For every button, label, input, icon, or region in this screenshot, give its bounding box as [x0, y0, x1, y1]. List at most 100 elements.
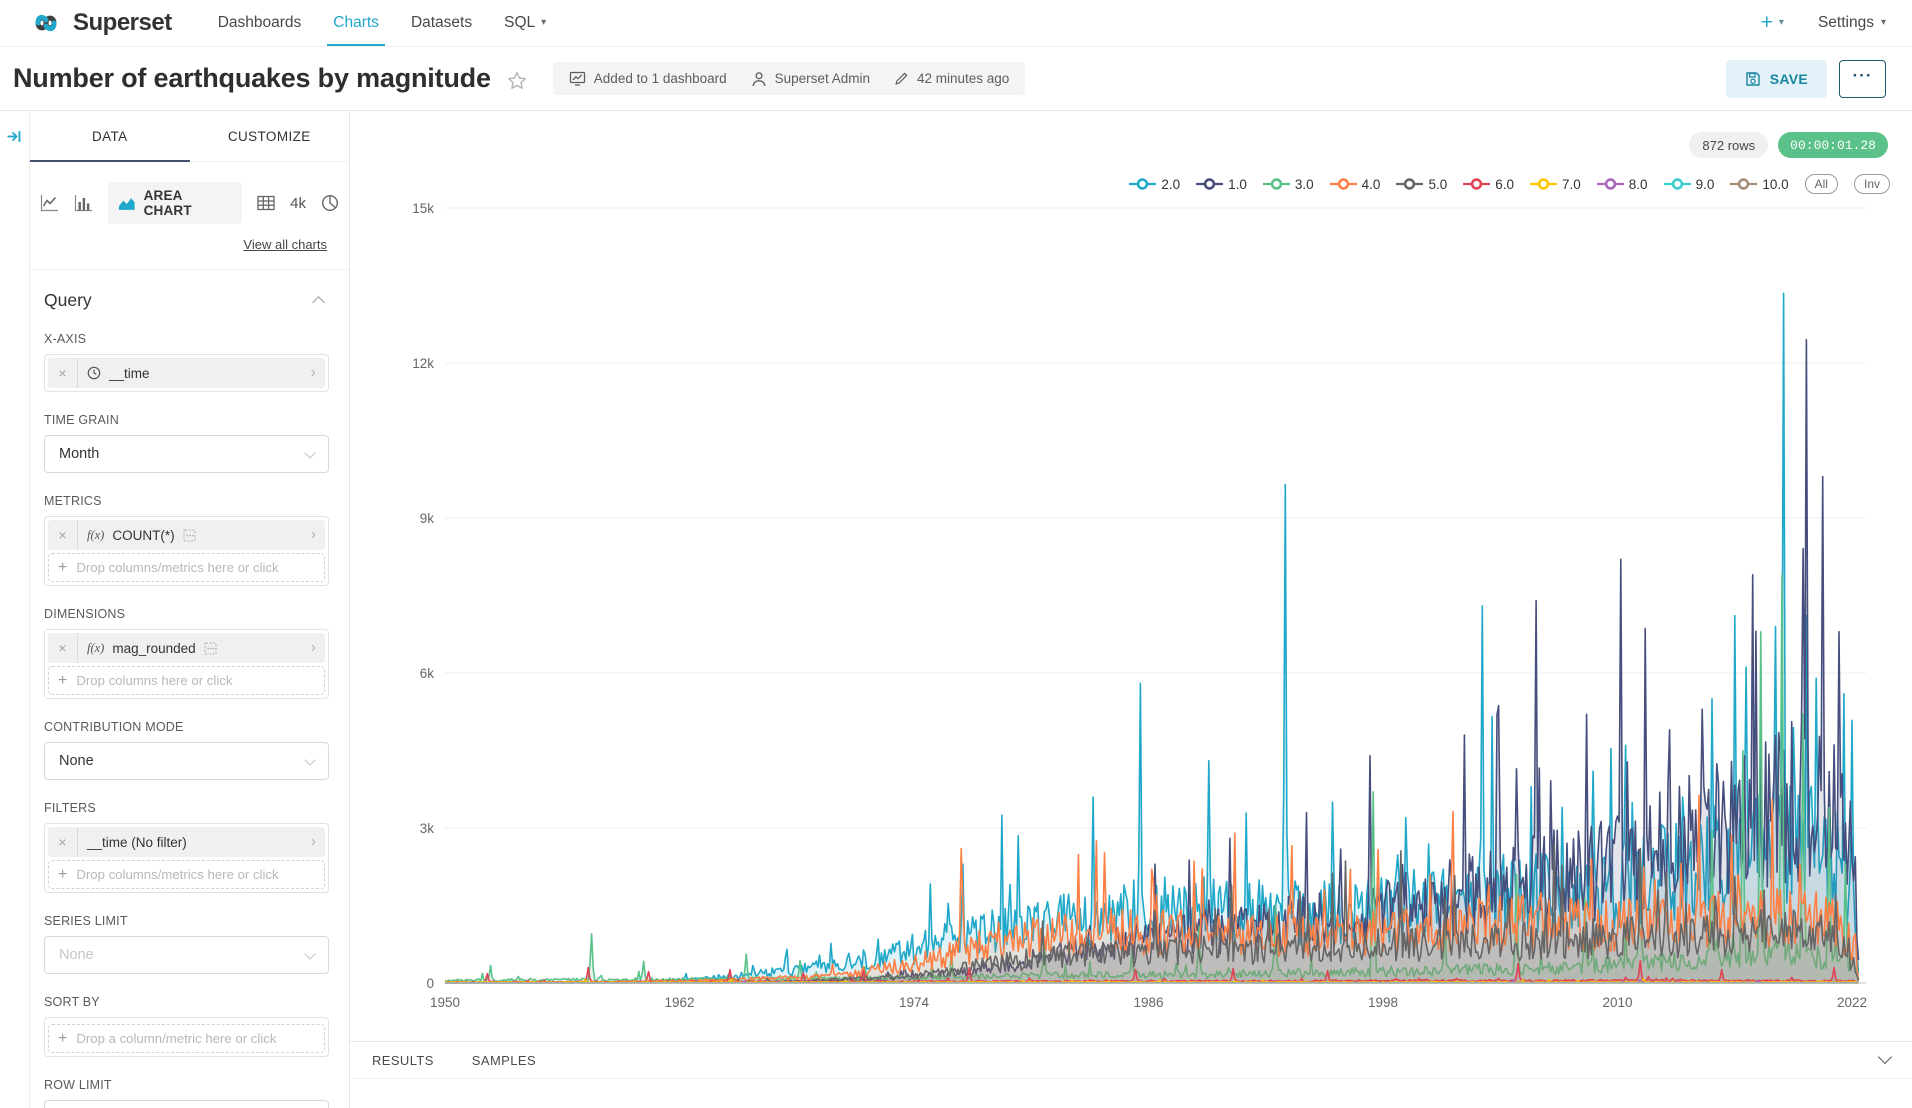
query-form: Query X-AXIS×__time›TIME GRAINMonthMETRI… [30, 270, 349, 1108]
results-tabs: RESULTS SAMPLES [350, 1042, 1912, 1079]
legend-item-1-0[interactable]: 1.0 [1196, 177, 1247, 192]
contribution-mode-select[interactable]: None [44, 742, 329, 780]
legend-action-inv[interactable]: Inv [1854, 174, 1890, 194]
svg-text:6k: 6k [420, 666, 435, 681]
query-status: 872 rows 00:00:01.28 [1689, 132, 1888, 158]
row-count-badge: 872 rows [1689, 132, 1768, 158]
row-limit-select[interactable]: 10000 [44, 1100, 329, 1108]
save-button-label: SAVE [1770, 71, 1808, 87]
view-all-charts-link[interactable]: View all charts [243, 237, 327, 252]
dashboards-attached[interactable]: Added to 1 dashboard [569, 70, 727, 87]
metrics-drop-zone[interactable]: +Drop columns/metrics here or click [48, 553, 325, 582]
nav-item-sql[interactable]: SQL▾ [488, 0, 562, 46]
legend-item-label: 4.0 [1362, 177, 1381, 192]
nav-item-dashboards[interactable]: Dashboards [202, 0, 318, 46]
legend-marker-icon [1263, 178, 1290, 190]
superset-home-link[interactable]: Superset [28, 0, 172, 46]
chart-owner[interactable]: Superset Admin [751, 71, 870, 87]
collapse-panel-icon[interactable] [6, 128, 23, 145]
select-value: Month [59, 446, 99, 462]
bar-chart-icon[interactable] [74, 194, 93, 212]
remove-icon[interactable]: × [48, 633, 78, 663]
dimensions-drop-zone[interactable]: +Drop columns here or click [48, 666, 325, 695]
legend-item-5-0[interactable]: 5.0 [1396, 177, 1447, 192]
chart-legend: 2.0 1.0 3.0 4.0 5.0 6.0 7.0 8.0 9.0 10.0 All Inv [1129, 174, 1890, 194]
filters-value-pill[interactable]: ×__time (No filter)› [48, 827, 325, 857]
pill-label: COUNT(*) [112, 528, 174, 543]
new-item-button[interactable]: + ▾ [1761, 11, 1784, 35]
legend-item-3-0[interactable]: 3.0 [1263, 177, 1314, 192]
big-number-chart-type[interactable]: 4k [290, 195, 306, 212]
legend-item-label: 8.0 [1629, 177, 1648, 192]
chevron-right-icon: › [311, 526, 325, 544]
drop-zone-label: Drop columns here or click [76, 673, 232, 688]
chevron-down-icon[interactable] [1878, 1050, 1892, 1064]
tab-data[interactable]: DATA [30, 112, 190, 161]
legend-marker-icon [1664, 178, 1691, 190]
pill-content: f(x) COUNT(*) [78, 528, 311, 543]
metrics-value-pill[interactable]: × f(x) COUNT(*) › [48, 520, 325, 550]
sort-by-drop-zone[interactable]: + Drop a column/metric here or click [48, 1024, 325, 1053]
chevron-down-icon [304, 447, 315, 458]
legend-item-10-0[interactable]: 10.0 [1730, 177, 1788, 192]
legend-item-7-0[interactable]: 7.0 [1530, 177, 1581, 192]
nav-item-charts[interactable]: Charts [317, 0, 395, 46]
legend-item-label: 6.0 [1495, 177, 1514, 192]
sort-by-control: + Drop a column/metric here or click [44, 1017, 329, 1057]
chart-type-selected[interactable]: AREA CHART [108, 182, 242, 224]
query-section-header[interactable]: Query [44, 290, 329, 311]
section-label-dimensions: DIMENSIONS [44, 607, 329, 621]
remove-icon[interactable]: × [48, 520, 78, 550]
section-label-contribution-mode: CONTRIBUTION MODE [44, 720, 329, 734]
ellipsis-icon: ··· [1853, 67, 1873, 84]
legend-item-label: 1.0 [1228, 177, 1247, 192]
area-chart-canvas[interactable]: 03k6k9k12k15k195019621974198619982010202… [350, 112, 1912, 1041]
plus-icon: + [58, 1030, 67, 1048]
function-icon: f(x) [87, 528, 104, 543]
chevron-right-icon: › [311, 364, 325, 382]
x-axis-value-pill[interactable]: × __time › [48, 358, 325, 388]
pill-label: __time [109, 366, 150, 381]
legend-item-2-0[interactable]: 2.0 [1129, 177, 1180, 192]
legend-action-all[interactable]: All [1805, 174, 1838, 194]
remove-icon[interactable]: × [48, 358, 78, 388]
more-actions-button[interactable]: ··· [1839, 60, 1886, 98]
pie-chart-icon[interactable] [321, 194, 339, 212]
section-label-x-axis: X-AXIS [44, 332, 329, 346]
caret-down-icon: ▾ [1881, 18, 1886, 28]
line-chart-icon[interactable] [40, 194, 59, 212]
select-value: None [59, 753, 94, 769]
query-duration-badge: 00:00:01.28 [1778, 132, 1888, 158]
time-grain-select[interactable]: Month [44, 435, 329, 473]
table-chart-icon[interactable] [257, 195, 275, 211]
svg-text:1974: 1974 [899, 995, 930, 1010]
filters-control: ×__time (No filter)› +Drop columns/metric… [44, 823, 329, 893]
tab-customize-label: CUSTOMIZE [228, 129, 311, 144]
favorite-star-icon[interactable] [507, 71, 527, 91]
view-all-charts: View all charts [30, 236, 327, 254]
settings-label: Settings [1818, 14, 1874, 32]
last-modified[interactable]: 42 minutes ago [894, 71, 1009, 86]
dimensions-value-pill[interactable]: ×f(x)mag_rounded› [48, 633, 325, 663]
nav-item-datasets[interactable]: Datasets [395, 0, 488, 46]
legend-item-label: 9.0 [1696, 177, 1715, 192]
remove-icon[interactable]: × [48, 827, 78, 857]
drop-zone-label: Drop a column/metric here or click [76, 1031, 276, 1046]
pencil-icon [894, 71, 909, 86]
legend-marker-icon [1196, 178, 1223, 190]
legend-item-6-0[interactable]: 6.0 [1463, 177, 1514, 192]
save-button[interactable]: SAVE [1726, 60, 1827, 98]
filters-drop-zone[interactable]: +Drop columns/metrics here or click [48, 860, 325, 889]
tab-customize[interactable]: CUSTOMIZE [190, 112, 350, 161]
tab-results[interactable]: RESULTS [372, 1053, 434, 1068]
chart-meta-bar: Added to 1 dashboard Superset Admin 42 m… [553, 62, 1025, 95]
series-limit-select[interactable]: None [44, 936, 329, 974]
legend-item-8-0[interactable]: 8.0 [1597, 177, 1648, 192]
svg-text:2010: 2010 [1602, 995, 1632, 1010]
settings-menu-button[interactable]: Settings ▾ [1818, 14, 1886, 32]
tab-samples[interactable]: SAMPLES [472, 1053, 536, 1068]
legend-item-4-0[interactable]: 4.0 [1330, 177, 1381, 192]
section-label-series-limit: SERIES LIMIT [44, 914, 329, 928]
svg-text:1950: 1950 [430, 995, 460, 1010]
legend-item-9-0[interactable]: 9.0 [1664, 177, 1715, 192]
